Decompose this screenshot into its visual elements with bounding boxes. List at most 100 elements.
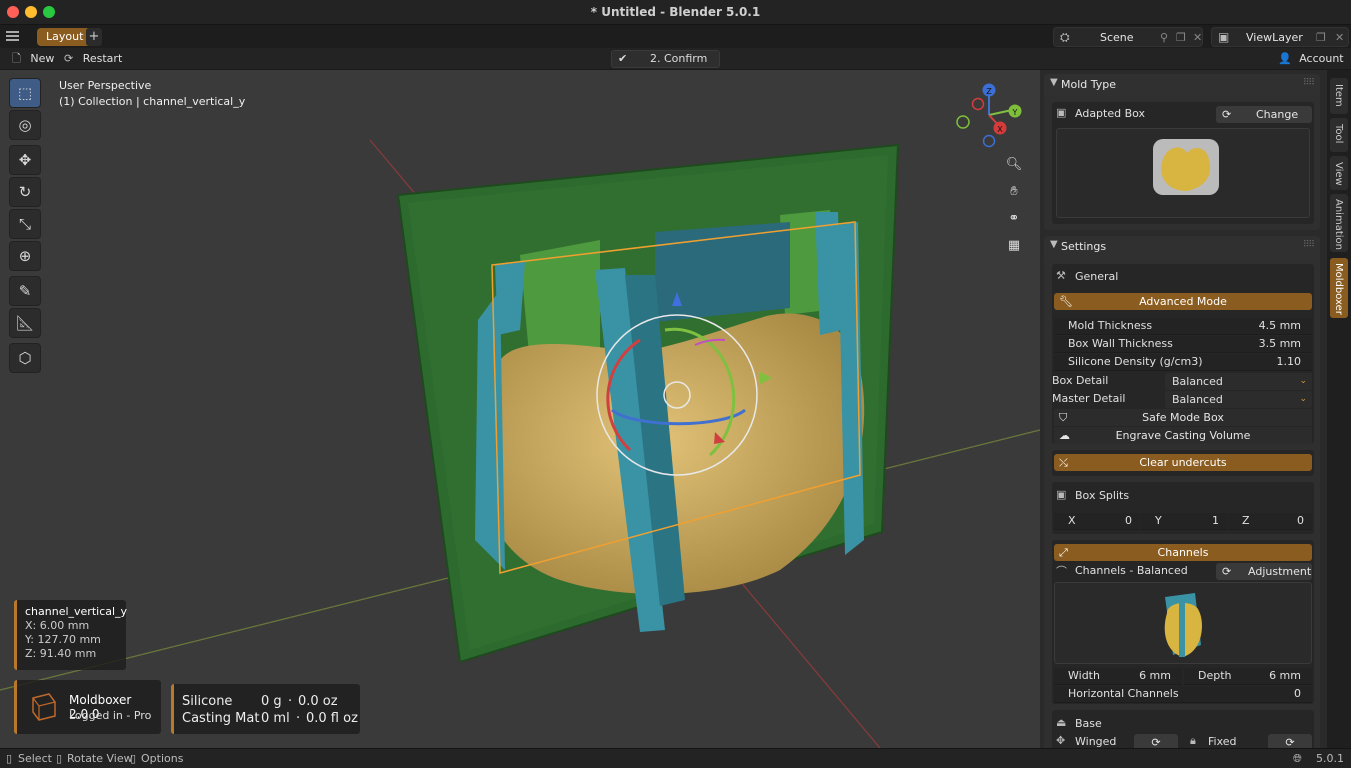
- master-detail-dropdown[interactable]: Balanced ⌄: [1165, 391, 1312, 408]
- moldboxer-logo-icon: [32, 693, 56, 721]
- box-detail-dropdown[interactable]: Balanced ⌄: [1165, 373, 1312, 390]
- split-x-value: 0: [1125, 514, 1132, 527]
- adjustment-button[interactable]: ⟳ Adjustment: [1216, 563, 1312, 580]
- mold-type-header[interactable]: ▼ Mold Type ⠿⠿: [1044, 74, 1320, 96]
- cursor-icon[interactable]: ◎: [9, 110, 41, 140]
- clear-undercuts-button[interactable]: ⤯ Clear undercuts: [1054, 454, 1312, 471]
- engrave-button[interactable]: ☁ Engrave Casting Volume: [1054, 427, 1312, 444]
- tab-tool[interactable]: Tool: [1330, 118, 1348, 152]
- change-button[interactable]: ⟳ Change: [1216, 106, 1312, 123]
- split-z-field[interactable]: Z 0: [1228, 513, 1312, 530]
- scene-selector[interactable]: ⛭ Scene ⚲ ❐ ✕: [1053, 27, 1203, 47]
- version-label: 5.0.1: [1316, 752, 1344, 765]
- base-options-row: ✥ Winged ⟳ 🔒︎ Fixed ⟳: [1052, 734, 1314, 748]
- curve-icon: ⌒: [1056, 565, 1067, 578]
- nav-neg-y[interactable]: [956, 115, 970, 129]
- channels-button[interactable]: ⤢ Channels: [1054, 544, 1312, 561]
- split-y-field[interactable]: Y 1: [1141, 513, 1227, 530]
- tab-item[interactable]: Item: [1330, 78, 1348, 114]
- close-icon[interactable]: ✕: [1335, 31, 1344, 44]
- field-label: Box Wall Thickness: [1068, 337, 1173, 350]
- window-title: * Untitled - Blender 5.0.1: [590, 5, 761, 19]
- channel-depth-field[interactable]: Depth 6 mm: [1184, 668, 1312, 685]
- winged-refresh-button[interactable]: ⟳: [1134, 734, 1178, 748]
- sidebar-panel: ▼ Mold Type ⠿⠿ ▣ Adapted Box ⟳ Change ▼ …: [1040, 70, 1327, 748]
- tab-animation[interactable]: Animation: [1330, 194, 1348, 252]
- menu-icon[interactable]: [6, 31, 19, 41]
- select-box-icon[interactable]: ⬚: [9, 78, 41, 108]
- shield-icon: ⛉: [1059, 411, 1068, 424]
- move-icon[interactable]: ✥: [9, 145, 41, 175]
- status-select: Select: [18, 752, 52, 765]
- close-icon[interactable]: ✕: [1193, 31, 1202, 44]
- scale-icon[interactable]: ⤡: [9, 209, 41, 239]
- moldboxer-info-box: Moldboxer 2.0.0 Logged in - Pro: [14, 680, 161, 734]
- restart-button[interactable]: ⟳ Restart: [60, 49, 126, 69]
- fixed-label[interactable]: Fixed: [1208, 735, 1237, 748]
- viewlayer-selector[interactable]: ▣ ViewLayer ❐ ✕: [1211, 27, 1349, 47]
- duplicate-icon[interactable]: ❐: [1316, 31, 1326, 44]
- new-button[interactable]: 🗋 New: [8, 49, 58, 69]
- view-perspective-label: User Perspective: [59, 79, 152, 92]
- advanced-mode-button[interactable]: 🔧︎ Advanced Mode: [1054, 293, 1312, 310]
- fixed-refresh-button[interactable]: ⟳: [1268, 734, 1312, 748]
- add-workspace-button[interactable]: +: [86, 28, 102, 46]
- restart-label: Restart: [82, 52, 123, 65]
- viewlayer-icon: ▣: [1218, 30, 1230, 44]
- channels-preset: Channels - Balanced: [1075, 564, 1188, 577]
- pin-icon[interactable]: ⚲: [1160, 31, 1168, 44]
- account-button[interactable]: 👤 Account: [1274, 49, 1348, 69]
- 3d-viewport[interactable]: Z Y X User Perspective (1) Collection | …: [0, 70, 1040, 748]
- refresh-icon: ⟳: [1222, 108, 1232, 121]
- horizontal-channels-field[interactable]: Horizontal Channels 0: [1054, 686, 1312, 703]
- adjustment-label: Adjustment: [1248, 565, 1312, 578]
- sidebar-tabs: Item Tool View Animation Moldboxer: [1327, 70, 1351, 748]
- settings-header[interactable]: ▼ Settings ⠿⠿: [1044, 236, 1320, 258]
- new-label: New: [30, 52, 55, 65]
- drag-handle-icon[interactable]: ⠿⠿: [1303, 240, 1315, 250]
- field-value: 3.5 mm: [1258, 337, 1301, 350]
- status-bar: ▯ Select ▯ Rotate View ▯ Options 🌐︎ 5.0.…: [0, 748, 1351, 768]
- tab-view[interactable]: View: [1330, 156, 1348, 190]
- settings-panel: ▼ Settings ⠿⠿ ⚒ General 🔧︎ Advanced Mode…: [1044, 236, 1320, 748]
- tab-item-label: Item: [1333, 84, 1344, 107]
- duplicate-icon[interactable]: ❐: [1176, 31, 1186, 44]
- refresh-icon: ⟳: [1151, 736, 1161, 748]
- silicone-grams: 0 g: [261, 694, 282, 709]
- measure-icon[interactable]: 📐︎: [9, 308, 41, 338]
- winged-label[interactable]: Winged: [1075, 735, 1116, 748]
- confirm-button[interactable]: ✔ 2. Confirm: [611, 50, 720, 68]
- camera-icon[interactable]: ⚭: [1003, 208, 1025, 230]
- box-wall-thickness-field[interactable]: Box Wall Thickness 3.5 mm: [1054, 336, 1312, 353]
- split-x-field[interactable]: X 0: [1054, 513, 1140, 530]
- scene-icon: ⛭: [1060, 30, 1070, 44]
- silicone-density-field[interactable]: Silicone Density (g/cm3) 1.10: [1054, 354, 1312, 371]
- tab-animation-label: Animation: [1333, 199, 1344, 250]
- nav-neg-z[interactable]: [982, 134, 996, 148]
- workspace-bar: Layout + ⛭ Scene ⚲ ❐ ✕ ▣ ViewLayer ❐ ✕: [0, 25, 1351, 48]
- split-y-value: 1: [1212, 514, 1219, 527]
- drag-handle-icon[interactable]: ⠿⠿: [1303, 78, 1315, 88]
- pan-hand-icon[interactable]: ✋︎: [1003, 181, 1025, 203]
- box-icon: ▣: [1056, 106, 1067, 119]
- safe-mode-button[interactable]: ⛉ Safe Mode Box: [1054, 409, 1312, 426]
- box-detail-row: Box Detail Balanced ⌄: [1052, 373, 1314, 390]
- master-detail-row: Master Detail Balanced ⌄: [1052, 391, 1314, 408]
- tab-layout[interactable]: Layout: [37, 28, 93, 46]
- nav-neg-x[interactable]: [971, 97, 985, 111]
- viewlayer-name: ViewLayer: [1246, 31, 1303, 44]
- perspective-grid-icon[interactable]: ▦: [1003, 235, 1025, 257]
- scene-name: Scene: [1100, 31, 1134, 44]
- tab-moldboxer[interactable]: Moldboxer: [1330, 258, 1348, 318]
- transform-icon[interactable]: ⊕: [9, 241, 41, 271]
- channel-width-field[interactable]: Width 6 mm: [1054, 668, 1182, 685]
- zoom-icon[interactable]: 🔍︎: [1003, 154, 1025, 176]
- scene-render: Z Y X: [0, 83, 1040, 748]
- wrench-icon: 🔧︎: [1059, 295, 1073, 308]
- mold-type-row: ▣ Adapted Box ⟳ Change: [1052, 106, 1314, 123]
- lock-icon: 🔒︎: [1190, 734, 1196, 747]
- mold-thickness-field[interactable]: Mold Thickness 4.5 mm: [1054, 318, 1312, 335]
- annotate-icon[interactable]: ✎: [9, 276, 41, 306]
- add-cube-icon[interactable]: ⬡: [9, 343, 41, 373]
- rotate-icon[interactable]: ↻: [9, 177, 41, 207]
